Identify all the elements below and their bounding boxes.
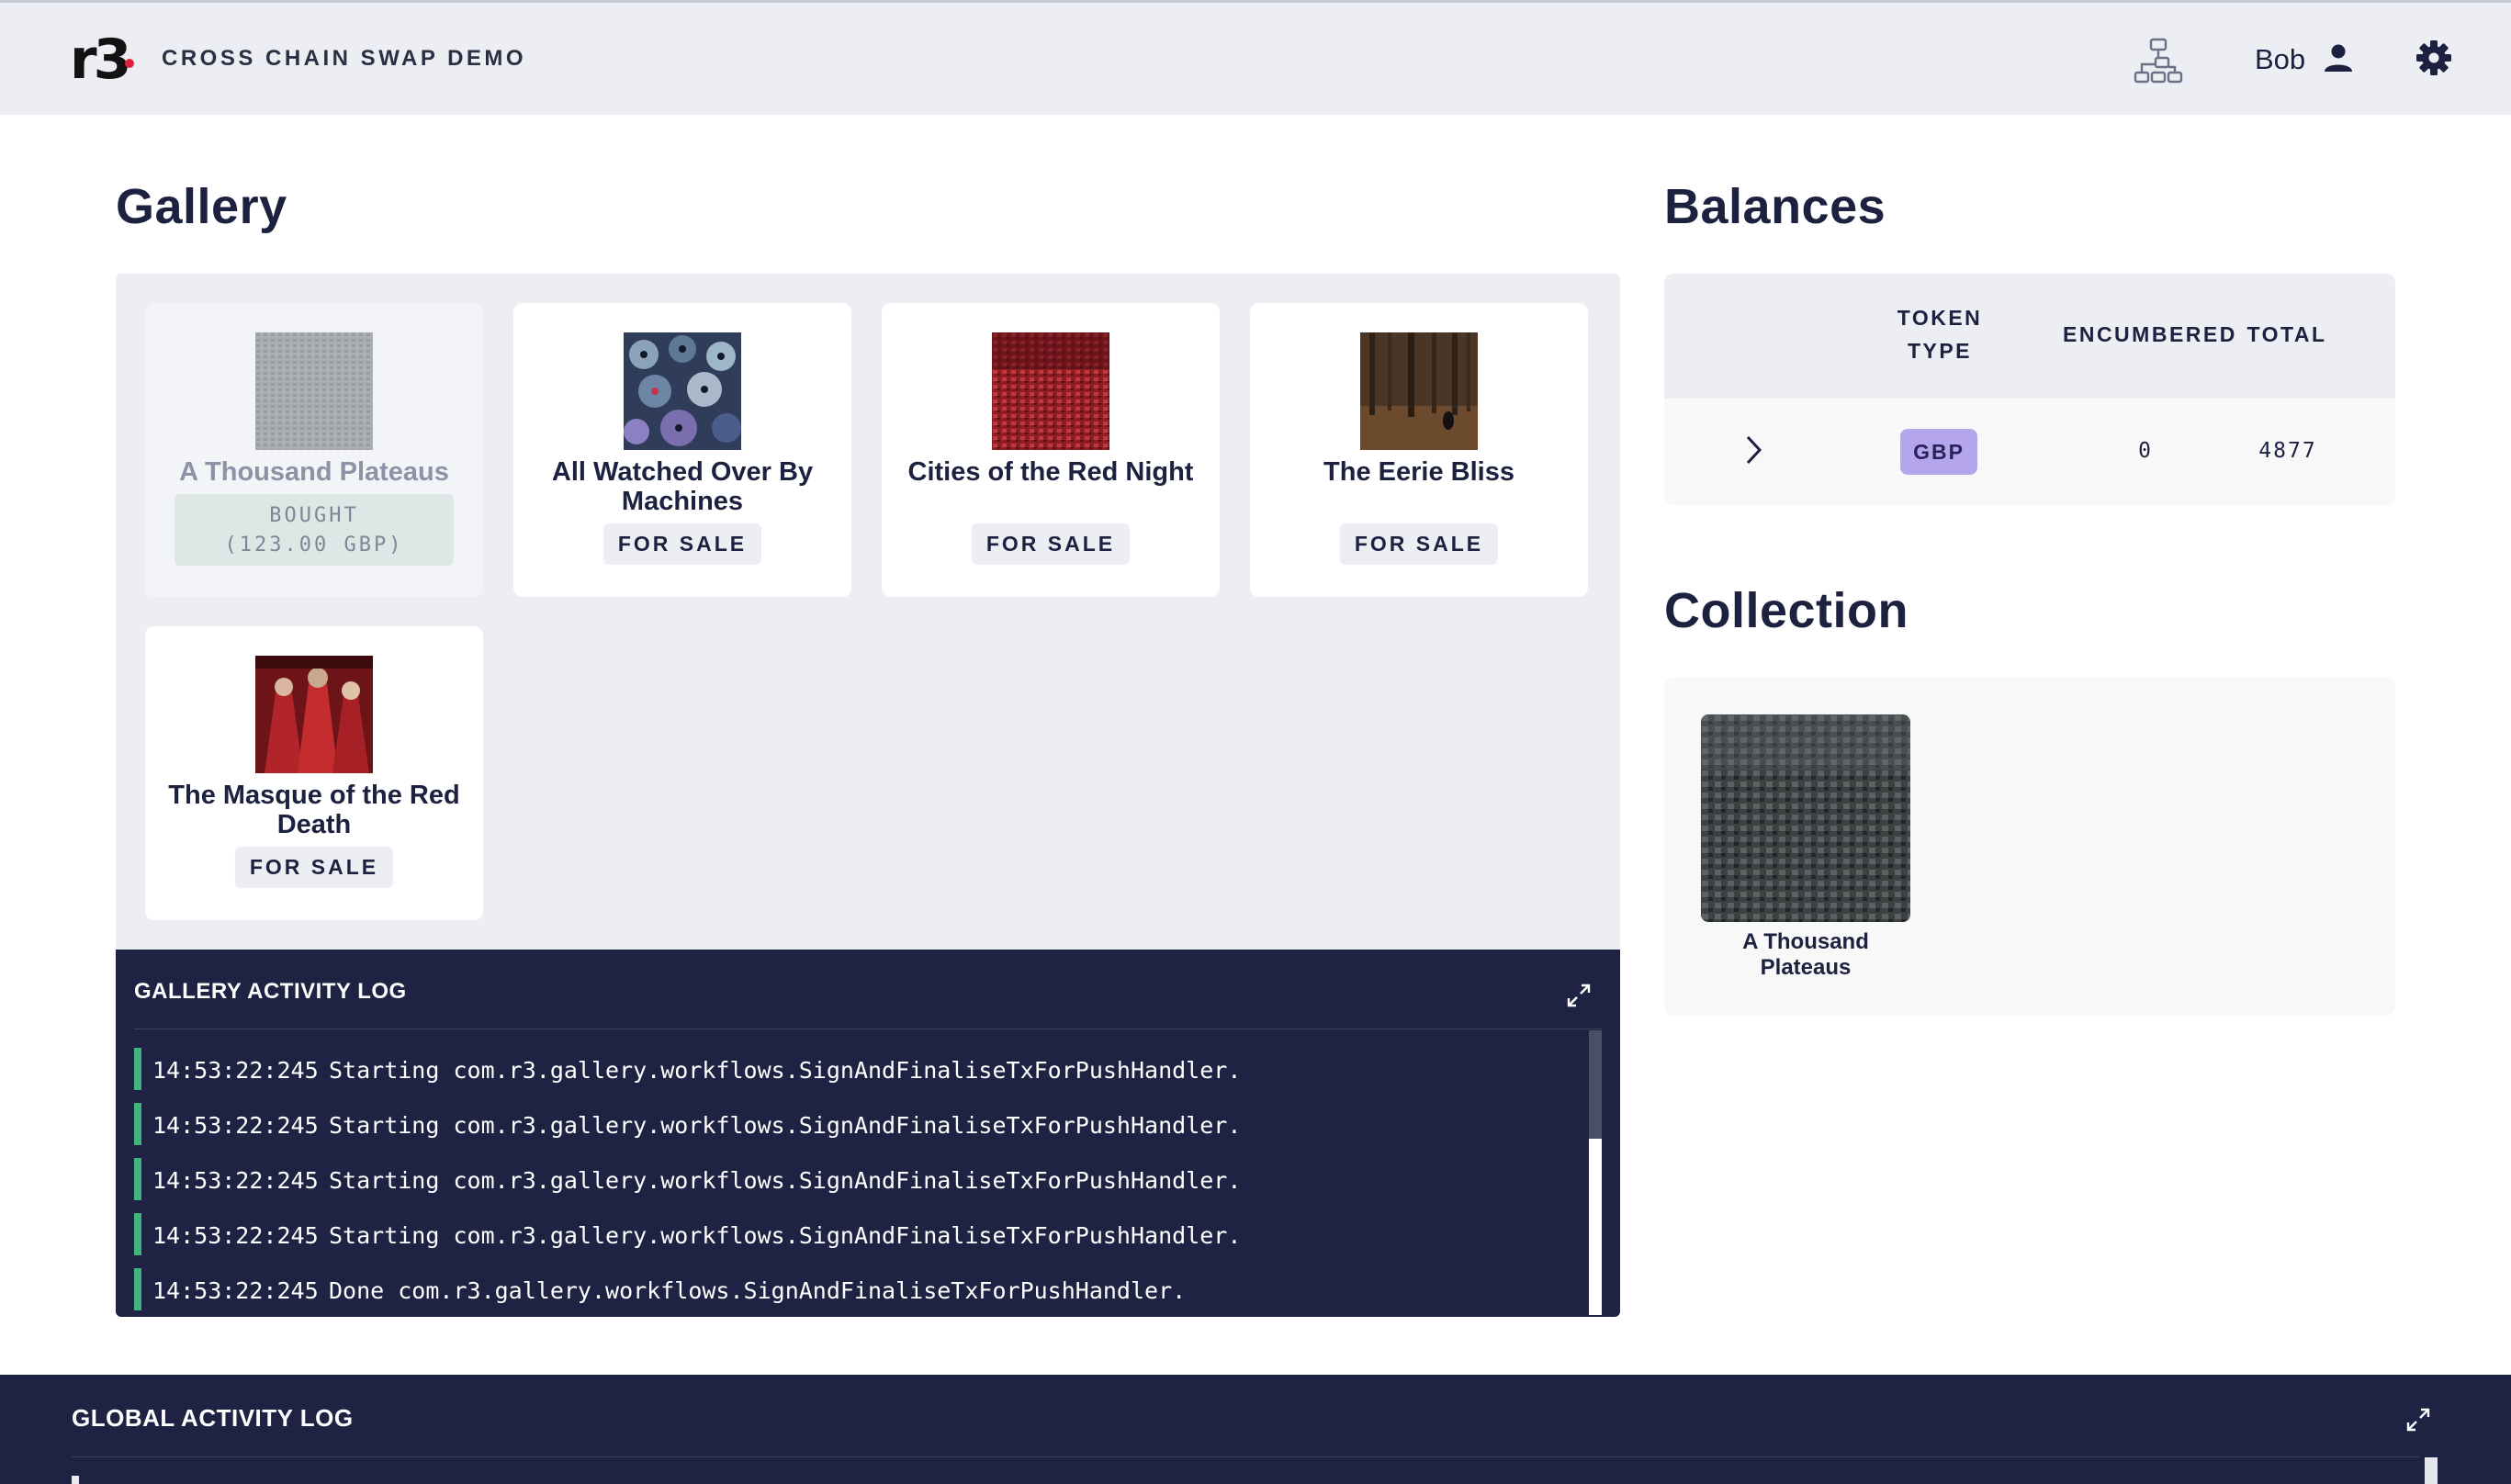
log-timestamp: 14:53:22:245 xyxy=(152,1112,319,1139)
artwork-thumbnail xyxy=(1360,332,1478,450)
artwork-card-masque-red-death[interactable]: The Masque of the Red Death FOR SALE xyxy=(145,626,483,920)
for-sale-badge[interactable]: FOR SALE xyxy=(234,847,394,888)
collection-heading: Collection xyxy=(1664,583,1909,638)
collection-item-thumbnail[interactable] xyxy=(1701,714,1910,922)
log-scrollbar[interactable] xyxy=(1589,1030,1602,1315)
artwork-title: The Masque of the Red Death xyxy=(168,781,460,839)
token-badge-gbp: GBP xyxy=(1900,429,1977,475)
artwork-thumbnail xyxy=(992,332,1109,450)
expand-icon[interactable] xyxy=(2404,1406,2432,1433)
log-message: Starting com.r3.gallery.workflows.SignAn… xyxy=(329,1167,1242,1194)
user-icon[interactable] xyxy=(2322,41,2355,74)
bought-label: BOUGHT xyxy=(269,504,359,527)
balances-heading: Balances xyxy=(1664,179,1886,234)
artwork-title: The Eerie Bliss xyxy=(1323,457,1514,487)
balances-header-row: TOKEN TYPE ENCUMBERED TOTAL xyxy=(1664,274,2395,399)
artwork-title: All Watched Over By Machines xyxy=(551,457,814,516)
global-activity-log: GLOBAL ACTIVITY LOG xyxy=(0,1375,2511,1484)
logo-dot xyxy=(125,59,134,68)
artwork-thumbnail xyxy=(255,656,373,773)
artwork-card-eerie-bliss[interactable]: The Eerie Bliss FOR SALE xyxy=(1250,303,1588,597)
log-message: Starting com.r3.gallery.workflows.SignAn… xyxy=(329,1057,1242,1084)
balances-table: TOKEN TYPE ENCUMBERED TOTAL GBP 0 4877 xyxy=(1664,274,2395,505)
global-log-divider xyxy=(72,1456,2419,1457)
log-status-bar xyxy=(134,1213,141,1255)
log-status-bar xyxy=(134,1048,141,1090)
expand-icon[interactable] xyxy=(1565,982,1593,1009)
encumbered-value: 0 xyxy=(2138,439,2153,463)
for-sale-badge[interactable]: FOR SALE xyxy=(1339,523,1499,565)
log-status-bar xyxy=(134,1158,141,1200)
log-status-bar xyxy=(134,1268,141,1310)
artwork-card-cities-red-night[interactable]: Cities of the Red Night FOR SALE xyxy=(882,303,1220,597)
column-total: TOTAL xyxy=(2246,322,2327,346)
log-timestamp: 14:53:22:245 xyxy=(152,1057,319,1084)
app-title: CROSS CHAIN SWAP DEMO xyxy=(162,46,527,71)
artwork-card-all-watched-over[interactable]: All Watched Over By Machines FOR SALE xyxy=(513,303,851,597)
log-status-bar xyxy=(134,1103,141,1145)
global-log-title: GLOBAL ACTIVITY LOG xyxy=(72,1404,354,1432)
gear-icon[interactable] xyxy=(2415,39,2452,76)
global-log-scrollbar[interactable] xyxy=(2425,1457,2438,1484)
artwork-title: Cities of the Red Night xyxy=(907,457,1194,487)
collection-panel: A Thousand Plateaus xyxy=(1664,678,2395,1016)
log-status-bar xyxy=(72,1476,79,1484)
chevron-right-icon[interactable] xyxy=(1740,432,1767,468)
bought-badge: BOUGHT (123.00 GBP) xyxy=(175,494,454,566)
top-bar: r3 CROSS CHAIN SWAP DEMO Bob xyxy=(0,0,2511,115)
gallery-heading: Gallery xyxy=(116,179,287,234)
column-token-type: TOKEN TYPE xyxy=(1897,306,1983,363)
r3-logo: r3 xyxy=(70,28,131,92)
artwork-title: A Thousand Plateaus xyxy=(179,457,449,487)
bought-price: (123.00 GBP) xyxy=(224,534,404,556)
network-icon[interactable] xyxy=(2133,36,2184,87)
log-message: Starting com.r3.gallery.workflows.SignAn… xyxy=(329,1112,1242,1139)
artwork-thumbnail xyxy=(255,332,373,450)
gallery-panel: A Thousand Plateaus BOUGHT (123.00 GBP) … xyxy=(116,274,1620,950)
for-sale-badge[interactable]: FOR SALE xyxy=(971,523,1131,565)
log-timestamp: 14:53:22:245 xyxy=(152,1167,319,1194)
log-timestamp: 14:53:22:245 xyxy=(152,1222,319,1249)
log-message: Done com.r3.gallery.workflows.SignAndFin… xyxy=(329,1277,1187,1304)
log-title: GALLERY ACTIVITY LOG xyxy=(134,979,407,1004)
log-timestamp: 14:53:22:245 xyxy=(152,1277,319,1304)
gallery-activity-log: GALLERY ACTIVITY LOG 14:53:22:245 Starti… xyxy=(116,950,1620,1317)
log-scrollbar-thumb[interactable] xyxy=(1589,1030,1602,1139)
artwork-card-thousand-plateaus[interactable]: A Thousand Plateaus BOUGHT (123.00 GBP) xyxy=(145,303,483,597)
total-value: 4877 xyxy=(2258,439,2317,463)
for-sale-badge[interactable]: FOR SALE xyxy=(602,523,762,565)
log-message: Starting com.r3.gallery.workflows.SignAn… xyxy=(329,1222,1242,1249)
column-encumbered: ENCUMBERED xyxy=(2063,322,2237,346)
user-name[interactable]: Bob xyxy=(2255,43,2305,76)
artwork-thumbnail xyxy=(624,332,741,450)
collection-item-title: A Thousand Plateaus xyxy=(1742,929,1869,980)
